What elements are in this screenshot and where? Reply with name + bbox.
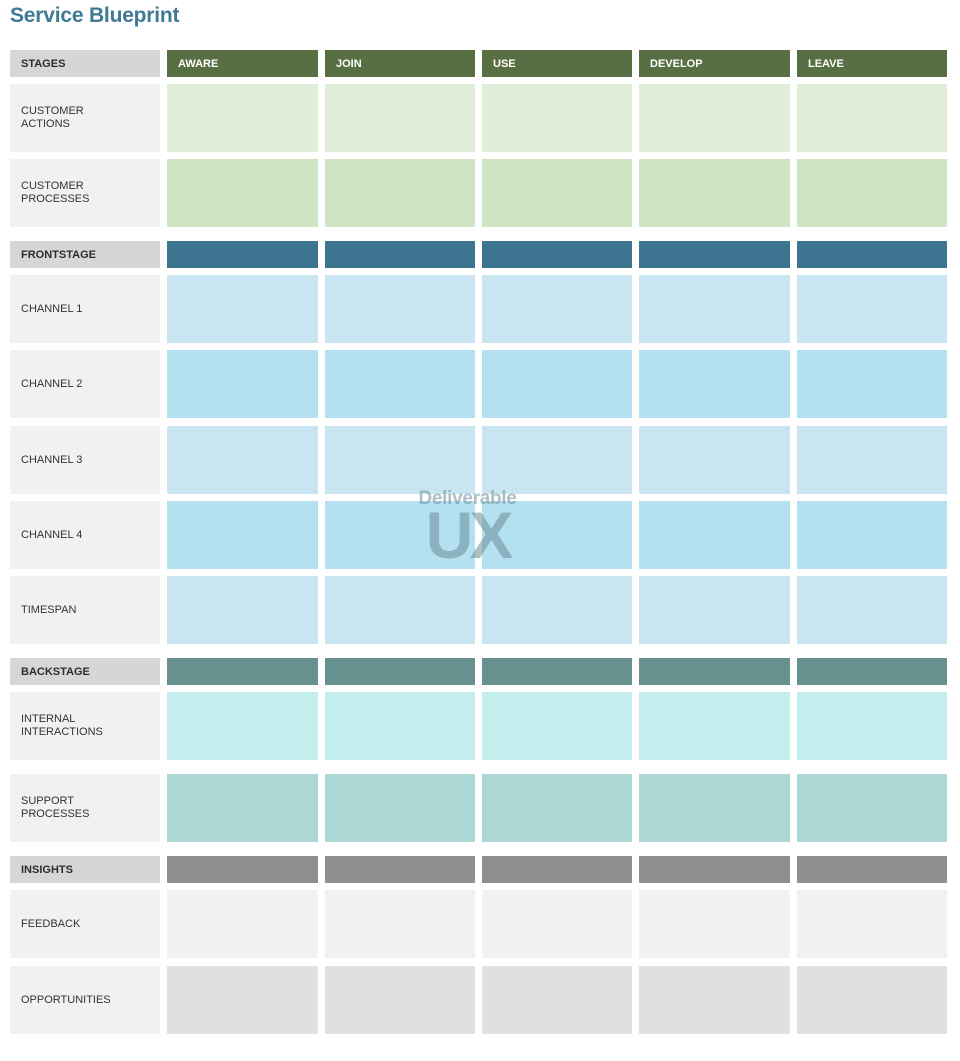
section-bar-backstage [325, 658, 475, 685]
page-title: Service Blueprint [10, 4, 180, 27]
cell-timespan-use[interactable] [482, 576, 632, 644]
cell-customer-actions-join[interactable] [325, 84, 475, 152]
cell-internal-interactions-use[interactable] [482, 692, 632, 760]
section-bar-backstage [167, 658, 318, 685]
row-label-timespan: TIMESPAN [10, 576, 160, 644]
section-bar-backstage [482, 658, 632, 685]
cell-channel-2-leave[interactable] [797, 350, 947, 418]
row-label-channel-1: CHANNEL 1 [10, 275, 160, 343]
cell-feedback-use[interactable] [482, 890, 632, 958]
row-label-internal-interactions: INTERNAL INTERACTIONS [10, 692, 160, 760]
cell-channel-1-develop[interactable] [639, 275, 790, 343]
section-bar-insights [639, 856, 790, 883]
cell-feedback-aware[interactable] [167, 890, 318, 958]
cell-customer-processes-use[interactable] [482, 159, 632, 227]
section-bar-frontstage [797, 241, 947, 268]
cell-channel-3-develop[interactable] [639, 426, 790, 494]
row-label-channel-2: CHANNEL 2 [10, 350, 160, 418]
section-bar-backstage [797, 658, 947, 685]
stage-header-use: USE [482, 50, 632, 77]
cell-opportunities-aware[interactable] [167, 966, 318, 1034]
cell-opportunities-leave[interactable] [797, 966, 947, 1034]
section-bar-frontstage [167, 241, 318, 268]
cell-channel-1-join[interactable] [325, 275, 475, 343]
cell-internal-interactions-leave[interactable] [797, 692, 947, 760]
cell-channel-2-use[interactable] [482, 350, 632, 418]
row-label-customer-processes: CUSTOMER PROCESSES [10, 159, 160, 227]
cell-channel-2-develop[interactable] [639, 350, 790, 418]
cell-channel-2-aware[interactable] [167, 350, 318, 418]
section-bar-insights [167, 856, 318, 883]
cell-customer-actions-use[interactable] [482, 84, 632, 152]
cell-opportunities-join[interactable] [325, 966, 475, 1034]
cell-channel-3-leave[interactable] [797, 426, 947, 494]
cell-channel-4-use[interactable] [482, 501, 632, 569]
cell-support-processes-use[interactable] [482, 774, 632, 842]
cell-feedback-join[interactable] [325, 890, 475, 958]
row-label-customer-actions: CUSTOMER ACTIONS [10, 84, 160, 152]
section-bar-frontstage [639, 241, 790, 268]
row-label-support-processes: SUPPORT PROCESSES [10, 774, 160, 842]
cell-customer-processes-aware[interactable] [167, 159, 318, 227]
cell-feedback-leave[interactable] [797, 890, 947, 958]
section-label-insights: INSIGHTS [10, 856, 160, 883]
section-bar-insights [325, 856, 475, 883]
section-bar-frontstage [325, 241, 475, 268]
cell-internal-interactions-join[interactable] [325, 692, 475, 760]
cell-channel-4-develop[interactable] [639, 501, 790, 569]
row-label-channel-3: CHANNEL 3 [10, 426, 160, 494]
cell-support-processes-develop[interactable] [639, 774, 790, 842]
cell-channel-3-use[interactable] [482, 426, 632, 494]
row-label-channel-4: CHANNEL 4 [10, 501, 160, 569]
cell-channel-2-join[interactable] [325, 350, 475, 418]
section-label-frontstage: FRONTSTAGE [10, 241, 160, 268]
stage-header-leave: LEAVE [797, 50, 947, 77]
cell-timespan-join[interactable] [325, 576, 475, 644]
row-label-opportunities: OPPORTUNITIES [10, 966, 160, 1034]
section-bar-backstage [639, 658, 790, 685]
cell-support-processes-join[interactable] [325, 774, 475, 842]
section-bar-insights [797, 856, 947, 883]
cell-channel-1-use[interactable] [482, 275, 632, 343]
cell-opportunities-develop[interactable] [639, 966, 790, 1034]
section-bar-insights [482, 856, 632, 883]
cell-channel-4-leave[interactable] [797, 501, 947, 569]
cell-channel-4-join[interactable] [325, 501, 475, 569]
row-label-feedback: FEEDBACK [10, 890, 160, 958]
stage-header-join: JOIN [325, 50, 475, 77]
cell-customer-processes-join[interactable] [325, 159, 475, 227]
cell-customer-actions-aware[interactable] [167, 84, 318, 152]
cell-channel-4-aware[interactable] [167, 501, 318, 569]
cell-timespan-aware[interactable] [167, 576, 318, 644]
cell-feedback-develop[interactable] [639, 890, 790, 958]
section-label-backstage: BACKSTAGE [10, 658, 160, 685]
cell-customer-actions-leave[interactable] [797, 84, 947, 152]
cell-opportunities-use[interactable] [482, 966, 632, 1034]
stage-header-develop: DEVELOP [639, 50, 790, 77]
cell-customer-processes-leave[interactable] [797, 159, 947, 227]
section-bar-frontstage [482, 241, 632, 268]
cell-timespan-develop[interactable] [639, 576, 790, 644]
cell-internal-interactions-aware[interactable] [167, 692, 318, 760]
cell-support-processes-aware[interactable] [167, 774, 318, 842]
cell-internal-interactions-develop[interactable] [639, 692, 790, 760]
cell-channel-3-join[interactable] [325, 426, 475, 494]
cell-timespan-leave[interactable] [797, 576, 947, 644]
section-label-stages: STAGES [10, 50, 160, 77]
cell-channel-1-leave[interactable] [797, 275, 947, 343]
cell-customer-processes-develop[interactable] [639, 159, 790, 227]
cell-channel-3-aware[interactable] [167, 426, 318, 494]
cell-channel-1-aware[interactable] [167, 275, 318, 343]
cell-support-processes-leave[interactable] [797, 774, 947, 842]
stage-header-aware: AWARE [167, 50, 318, 77]
cell-customer-actions-develop[interactable] [639, 84, 790, 152]
